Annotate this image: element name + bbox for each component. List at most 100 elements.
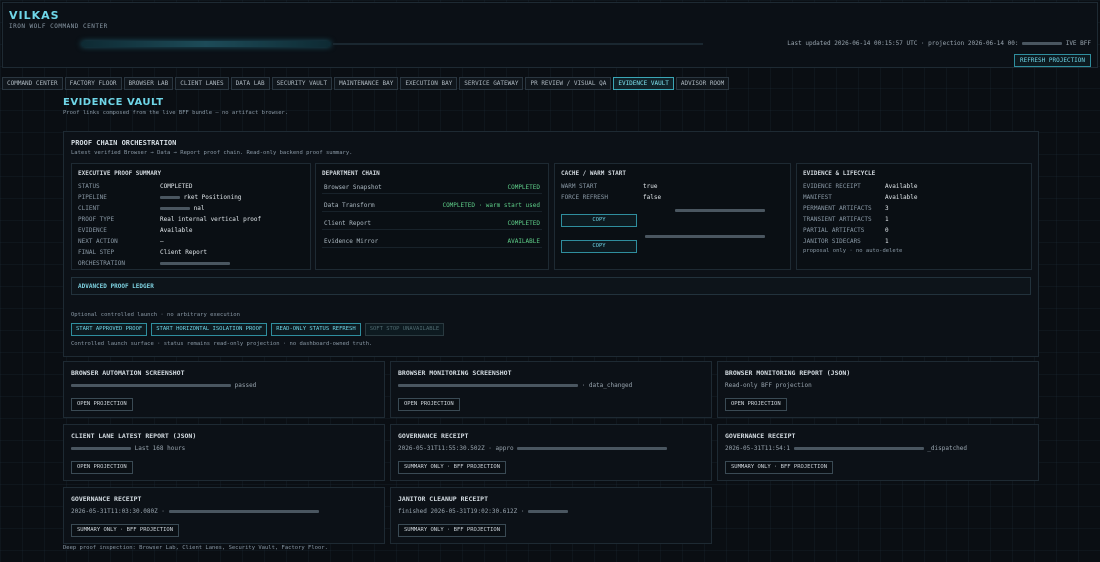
- redacted-text: [645, 232, 765, 240]
- card-title: EXECUTIVE PROOF SUMMARY: [78, 170, 162, 177]
- advanced-proof-ledger[interactable]: ADVANCED PROOF LEDGER: [71, 277, 1031, 295]
- status-badge: COMPLETED: [507, 184, 540, 191]
- artifact-title: BROWSER MONITORING REPORT (JSON): [725, 369, 851, 377]
- main-tabs: COMMAND CENTER FACTORY FLOOR BROWSER LAB…: [2, 77, 730, 90]
- lifecycle-note: proposal only · no auto-delete: [803, 248, 903, 254]
- artifact-title: GOVERNANCE RECEIPT: [725, 432, 796, 440]
- page-title: EVIDENCE VAULT: [63, 97, 164, 108]
- controlled-launch-note: Controlled launch surface · status remai…: [71, 341, 373, 347]
- panel-title: PROOF CHAIN ORCHESTRATION: [71, 139, 177, 147]
- tab-advisor-room[interactable]: ADVISOR ROOM: [675, 77, 730, 90]
- summary-row: FINAL STEP Client Report: [78, 249, 207, 256]
- artifact-title: GOVERNANCE RECEIPT: [71, 495, 142, 503]
- open-projection-button[interactable]: OPEN PROJECTION: [725, 398, 787, 411]
- cache-row: FORCE REFRESH false: [561, 194, 662, 201]
- status-badge: COMPLETED · warm start used: [442, 202, 540, 209]
- last-updated-text: Last updated 2026-06-14 00:15:57 UTC · p…: [787, 40, 1019, 47]
- launch-actions: START APPROVED PROOF START HORIZONTAL IS…: [71, 323, 445, 336]
- copy-button[interactable]: COPY: [561, 240, 637, 253]
- chain-row: Client Report COMPLETED: [322, 218, 542, 230]
- cache-row: WARM START true: [561, 183, 658, 190]
- read-only-status-refresh-button[interactable]: READ-ONLY STATUS REFRESH: [271, 323, 361, 336]
- redacted-text: [675, 206, 765, 214]
- artifact-desc: passed: [71, 382, 256, 389]
- lifecycle-row: JANITOR SIDECARS 1: [803, 238, 889, 245]
- tab-security-vault[interactable]: SECURITY VAULT: [271, 77, 333, 90]
- summary-row: STATUS COMPLETED: [78, 183, 193, 190]
- artifact-title: GOVERNANCE RECEIPT: [398, 432, 469, 440]
- summary-row: EVIDENCE Available: [78, 227, 193, 234]
- tab-pr-review[interactable]: PR REVIEW / VISUAL QA: [525, 77, 612, 90]
- artifact-desc: 2026-05-31T11:03:30.080Z ·: [71, 508, 319, 515]
- tab-data-lab[interactable]: DATA LAB: [230, 77, 270, 90]
- tab-browser-lab[interactable]: BROWSER LAB: [123, 77, 174, 90]
- artifact-title: CLIENT LANE LATEST REPORT (JSON): [71, 432, 197, 440]
- artifact-desc: 2026-05-31T11:55:30.502Z · appro: [398, 445, 668, 452]
- summary-projection-button[interactable]: SUMMARY ONLY · BFF PROJECTION: [398, 461, 507, 474]
- redacted-text: [1022, 42, 1063, 45]
- brand-title: VILKAS: [9, 9, 60, 22]
- artifact-card: BROWSER MONITORING REPORT (JSON) Read-on…: [717, 361, 1039, 418]
- lifecycle-row: MANIFEST Available: [803, 194, 918, 201]
- status-glow-bar: [81, 41, 331, 47]
- summary-projection-button[interactable]: SUMMARY ONLY · BFF PROJECTION: [725, 461, 834, 474]
- artifact-title: JANITOR CLEANUP RECEIPT: [398, 495, 489, 503]
- artifact-card: GOVERNANCE RECEIPT 2026-05-31T11:55:30.5…: [390, 424, 712, 481]
- artifact-title: BROWSER AUTOMATION SCREENSHOT: [71, 369, 185, 377]
- artifact-desc: Read-only BFF projection: [725, 382, 812, 389]
- open-projection-button[interactable]: OPEN PROJECTION: [71, 398, 133, 411]
- artifact-card: JANITOR CLEANUP RECEIPT finished 2026-05…: [390, 487, 712, 544]
- summary-row: NEXT ACTION —: [78, 238, 164, 245]
- start-horizontal-isolation-proof-button[interactable]: START HORIZONTAL ISOLATION PROOF: [151, 323, 268, 336]
- tab-evidence-vault[interactable]: EVIDENCE VAULT: [613, 77, 674, 90]
- lifecycle-row: PARTIAL ARTIFACTS 0: [803, 227, 889, 234]
- artifact-card: GOVERNANCE RECEIPT 2026-05-31T11:03:30.0…: [63, 487, 385, 544]
- card-title: CACHE / WARM START: [561, 170, 627, 177]
- artifact-desc: Last 168 hours: [71, 445, 185, 452]
- deep-inspection-note: Deep proof inspection: Browser Lab, Clie…: [63, 545, 328, 551]
- summary-row: CLIENT nal: [78, 205, 205, 212]
- department-chain-card: DEPARTMENT CHAIN Browser Snapshot COMPLET…: [315, 163, 549, 270]
- summary-row: PROOF TYPE Real internal vertical proof: [78, 216, 262, 223]
- status-badge: AVAILABLE: [507, 238, 540, 245]
- last-updated-status: Last updated 2026-06-14 00:15:57 UTC · p…: [787, 40, 1091, 47]
- summary-row: ORCHESTRATION: [78, 260, 230, 267]
- brand-subtitle: IRON WOLF COMMAND CENTER: [9, 23, 108, 30]
- lifecycle-row: PERMANENT ARTIFACTS 3: [803, 205, 889, 212]
- tab-factory-floor[interactable]: FACTORY FLOOR: [64, 77, 122, 90]
- app-header: VILKAS IRON WOLF COMMAND CENTER Last upd…: [2, 2, 1098, 68]
- open-projection-button[interactable]: OPEN PROJECTION: [398, 398, 460, 411]
- panel-description: Latest verified Browser → Data → Report …: [71, 150, 353, 156]
- start-approved-proof-button[interactable]: START APPROVED PROOF: [71, 323, 148, 336]
- artifact-card: BROWSER AUTOMATION SCREENSHOT passed OPE…: [63, 361, 385, 418]
- tab-command-center[interactable]: COMMAND CENTER: [2, 77, 63, 90]
- refresh-projection-button[interactable]: REFRESH PROJECTION: [1013, 54, 1091, 67]
- cache-warm-start-card: CACHE / WARM START WARM START true FORCE …: [554, 163, 791, 270]
- card-title: EVIDENCE & LIFECYCLE: [803, 170, 876, 177]
- tab-execution-bay[interactable]: EXECUTION BAY: [400, 77, 458, 90]
- last-updated-suffix: IVE BFF: [1065, 40, 1091, 47]
- artifact-card: CLIENT LANE LATEST REPORT (JSON) Last 16…: [63, 424, 385, 481]
- chain-row: Data Transform COMPLETED · warm start use…: [322, 200, 542, 212]
- summary-projection-button[interactable]: SUMMARY ONLY · BFF PROJECTION: [398, 524, 507, 537]
- artifact-desc: finished 2026-05-31T19:02:30.612Z ·: [398, 508, 569, 515]
- tab-client-lanes[interactable]: CLIENT LANES: [175, 77, 229, 90]
- summary-projection-button[interactable]: SUMMARY ONLY · BFF PROJECTION: [71, 524, 180, 537]
- tab-maintenance-bay[interactable]: MAINTENANCE BAY: [334, 77, 399, 90]
- summary-row: PIPELINE rket Positioning: [78, 194, 242, 201]
- tab-service-gateway[interactable]: SERVICE GATEWAY: [459, 77, 524, 90]
- header-divider: [333, 43, 703, 45]
- chain-row: Browser Snapshot COMPLETED: [322, 182, 542, 194]
- lifecycle-row: EVIDENCE RECEIPT Available: [803, 183, 918, 190]
- open-projection-button[interactable]: OPEN PROJECTION: [71, 461, 133, 474]
- artifact-desc: 2026-05-31T11:54:1 _dispatched: [725, 445, 968, 452]
- ledger-label: ADVANCED PROOF LEDGER: [78, 283, 154, 290]
- page-description: Proof links composed from the live BFF b…: [63, 110, 289, 116]
- artifact-card: GOVERNANCE RECEIPT 2026-05-31T11:54:1 _d…: [717, 424, 1039, 481]
- artifact-desc: · data_changed: [398, 382, 632, 389]
- copy-button[interactable]: COPY: [561, 214, 637, 227]
- status-badge: COMPLETED: [507, 220, 540, 227]
- chain-row: Evidence Mirror AVAILABLE: [322, 236, 542, 248]
- artifact-title: BROWSER MONITORING SCREENSHOT: [398, 369, 512, 377]
- executive-summary-card: EXECUTIVE PROOF SUMMARY STATUS COMPLETED …: [71, 163, 311, 270]
